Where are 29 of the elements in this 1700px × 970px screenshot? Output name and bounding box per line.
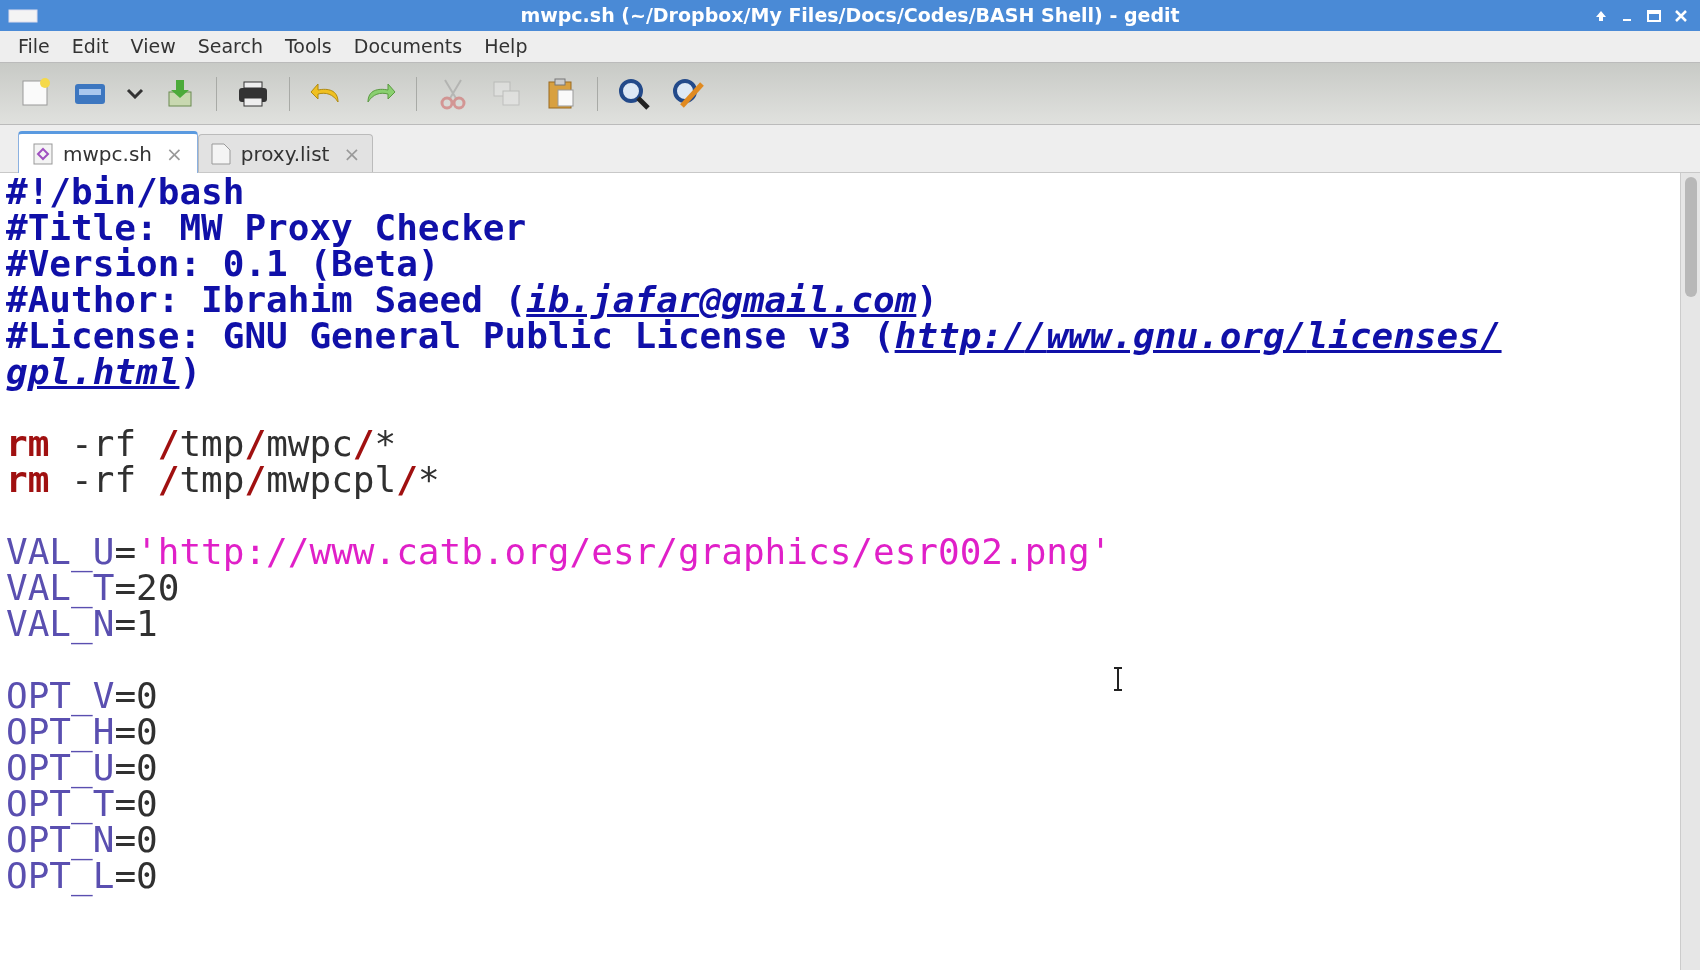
scrollbar[interactable]: [1680, 173, 1700, 970]
menu-item[interactable]: Tools: [276, 32, 340, 61]
code-line: #Author: Ibrahim Saeed (ib.jafar@gmail.com): [6, 282, 938, 318]
menu-item[interactable]: View: [122, 32, 184, 61]
scrollbar-thumb[interactable]: [1684, 177, 1697, 297]
menu-item[interactable]: Help: [476, 32, 536, 61]
close-icon[interactable]: [1674, 8, 1688, 23]
window-menu-icon[interactable]: [8, 8, 38, 23]
menu-item[interactable]: Edit: [63, 32, 117, 61]
code-line: #Version: 0.1 (Beta): [6, 246, 440, 282]
tab-label: proxy.list: [240, 140, 330, 168]
code-line: rm -rf /tmp/mwpcpl/*: [6, 462, 440, 498]
maximize-icon[interactable]: [1646, 8, 1662, 23]
tab-label: mwpc.sh: [63, 140, 152, 168]
dropdown-button[interactable]: [126, 88, 144, 99]
file-icon: [210, 142, 231, 165]
code-line: #License: GNU General Public License v3 (http://www.gnu.org/licenses/gpl.html): [6, 318, 1503, 390]
code-line: rm -rf /tmp/mwpc/*: [6, 426, 397, 462]
code-line: #!/bin/bash: [6, 174, 245, 210]
tab[interactable]: proxy.list ×: [197, 134, 374, 172]
tab[interactable]: mwpc.sh ×: [18, 131, 198, 173]
menu-item[interactable]: File: [10, 32, 58, 61]
script-file-icon: [33, 142, 53, 165]
window-title: mwpc.sh (~/Dropbox/My Files/Docs/Codes/BASH Shell) - gedit: [520, 4, 1180, 26]
caret-icon: [126, 88, 144, 99]
menu-item[interactable]: Search: [189, 32, 271, 61]
menu-item[interactable]: Documents: [345, 32, 471, 61]
text-cursor-icon: [1112, 667, 1124, 691]
code-line: #Title: MW Proxy Checker: [6, 210, 527, 246]
